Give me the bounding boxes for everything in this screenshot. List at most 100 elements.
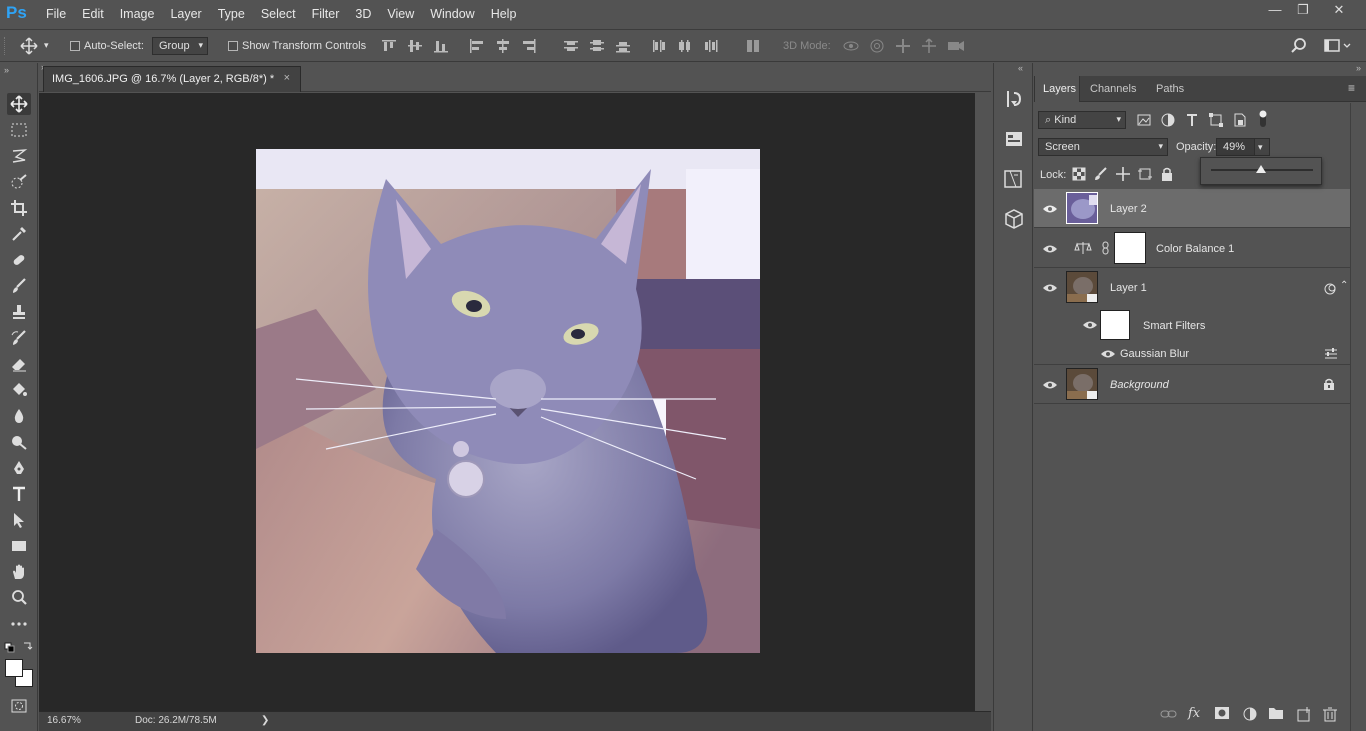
layer-row[interactable]: Layer 2: [1034, 189, 1350, 228]
filter-effect-row[interactable]: Gaussian Blur: [1034, 343, 1350, 365]
rectangle-tool[interactable]: [7, 535, 31, 557]
hand-tool[interactable]: [7, 561, 31, 583]
3d-pan-icon[interactable]: [894, 38, 912, 56]
3d-panel-icon[interactable]: [1002, 207, 1026, 231]
filter-adjustment-icon[interactable]: [1160, 112, 1178, 130]
clone-stamp-tool[interactable]: [7, 301, 31, 323]
filter-blending-options-icon[interactable]: [1324, 348, 1338, 360]
distribute-bottom-icon[interactable]: [614, 38, 632, 56]
3d-camera-icon[interactable]: [946, 38, 964, 56]
layer-name[interactable]: Background: [1110, 379, 1169, 391]
lasso-tool[interactable]: [7, 145, 31, 167]
collapse-tools-icon[interactable]: »: [4, 65, 9, 75]
auto-select-checkbox[interactable]: [70, 41, 80, 51]
lock-image-pixels-icon[interactable]: [1094, 167, 1112, 185]
restore-button[interactable]: ❐: [1290, 2, 1316, 20]
minimize-button[interactable]: —: [1262, 2, 1288, 20]
opacity-slider-thumb[interactable]: [1255, 165, 1266, 173]
layer-mask-thumbnail[interactable]: [1114, 232, 1146, 264]
collapse-panel-icon[interactable]: »: [1356, 63, 1361, 73]
eraser-tool[interactable]: [7, 353, 31, 375]
eye-visibility-icon[interactable]: [1042, 244, 1058, 254]
menu-window[interactable]: Window: [430, 7, 474, 21]
new-adjustment-layer-icon[interactable]: [1242, 706, 1260, 724]
tab-channels[interactable]: Channels: [1082, 76, 1144, 102]
filter-smart-object-icon[interactable]: [1232, 112, 1250, 130]
smart-filter-mask-thumbnail[interactable]: [1100, 310, 1130, 340]
zoom-level[interactable]: 16.67%: [47, 715, 81, 726]
3d-slide-icon[interactable]: [920, 38, 938, 56]
edit-toolbar-icon[interactable]: [7, 613, 31, 635]
collapse-icon[interactable]: «: [1018, 63, 1023, 73]
document-canvas-image[interactable]: [256, 149, 760, 653]
status-menu-arrow[interactable]: ❯: [261, 715, 269, 726]
crop-tool[interactable]: [7, 197, 31, 219]
eye-visibility-icon[interactable]: [1042, 283, 1058, 293]
menu-filter[interactable]: Filter: [312, 7, 340, 21]
chevron-down-icon[interactable]: ▾: [44, 40, 49, 51]
move-tool-preset-icon[interactable]: [20, 37, 38, 55]
pen-tool[interactable]: [7, 457, 31, 479]
menu-select[interactable]: Select: [261, 7, 296, 21]
align-bottom-edges-icon[interactable]: [432, 38, 450, 56]
layer-filter-dropdown[interactable]: ⌕ Kind ▾: [1038, 111, 1126, 129]
layer-row[interactable]: Background: [1034, 365, 1350, 404]
auto-select-target-dropdown[interactable]: Group ▾: [152, 37, 208, 55]
mask-link-icon[interactable]: [1102, 241, 1110, 255]
panel-menu-icon[interactable]: ≡: [1348, 81, 1355, 95]
dodge-tool[interactable]: [7, 431, 31, 453]
menu-help[interactable]: Help: [491, 7, 517, 21]
distribute-right-icon[interactable]: [702, 38, 720, 56]
layer-style-fx-icon[interactable]: fx: [1188, 706, 1200, 721]
healing-brush-tool[interactable]: [7, 249, 31, 271]
eye-visibility-icon[interactable]: [1042, 380, 1058, 390]
document-tab[interactable]: IMG_1606.JPG @ 16.7% (Layer 2, RGB/8*) *…: [43, 66, 301, 92]
paint-bucket-tool[interactable]: [7, 379, 31, 401]
brush-tool[interactable]: [7, 275, 31, 297]
lock-transparent-pixels-icon[interactable]: [1072, 167, 1090, 185]
history-panel-icon[interactable]: [1002, 87, 1026, 111]
delete-layer-trash-icon[interactable]: [1322, 706, 1340, 724]
menu-3d[interactable]: 3D: [355, 7, 371, 21]
foreground-color-swatch[interactable]: [5, 659, 23, 677]
blur-tool[interactable]: [7, 405, 31, 427]
search-icon[interactable]: [1290, 37, 1308, 55]
menu-image[interactable]: Image: [120, 7, 155, 21]
add-mask-icon[interactable]: [1214, 706, 1232, 724]
eye-visibility-icon[interactable]: [1100, 349, 1116, 359]
smart-filters-label[interactable]: Smart Filters: [1143, 320, 1205, 332]
eye-visibility-icon[interactable]: [1082, 320, 1098, 330]
eye-visibility-icon[interactable]: [1042, 204, 1058, 214]
filter-pixel-icon[interactable]: [1136, 112, 1154, 130]
opacity-slider-toggle[interactable]: ▾: [1254, 138, 1270, 156]
marquee-tool[interactable]: [7, 119, 31, 141]
close-window-button[interactable]: ✕: [1326, 2, 1352, 20]
new-layer-icon[interactable]: [1296, 706, 1314, 724]
canvas-area[interactable]: [39, 93, 975, 711]
filter-toggle-icon[interactable]: [1256, 109, 1270, 127]
distribute-vertical-centers-icon[interactable]: [588, 38, 606, 56]
auto-align-layers-icon[interactable]: [744, 38, 762, 56]
align-top-edges-icon[interactable]: [380, 38, 398, 56]
color-swatches[interactable]: [5, 659, 33, 687]
default-colors-icon[interactable]: [4, 641, 34, 655]
menu-file[interactable]: File: [46, 7, 66, 21]
layer-name[interactable]: Color Balance 1: [1156, 243, 1234, 255]
menu-type[interactable]: Type: [218, 7, 245, 21]
lock-all-icon[interactable]: [1160, 167, 1178, 185]
link-layers-icon[interactable]: [1160, 707, 1178, 725]
3d-roll-icon[interactable]: [868, 38, 886, 56]
eyedropper-tool[interactable]: [7, 223, 31, 245]
menu-layer[interactable]: Layer: [170, 7, 201, 21]
align-right-edges-icon[interactable]: [520, 38, 538, 56]
layer-name[interactable]: Layer 1: [1110, 282, 1147, 294]
layers-scrollbar[interactable]: [1350, 103, 1366, 731]
menu-edit[interactable]: Edit: [82, 7, 104, 21]
align-left-edges-icon[interactable]: [468, 38, 486, 56]
tab-layers[interactable]: Layers: [1034, 76, 1080, 102]
tab-paths[interactable]: Paths: [1148, 76, 1192, 102]
quick-selection-tool[interactable]: [7, 171, 31, 193]
prevent-nesting-icon[interactable]: [1138, 167, 1156, 185]
3d-orbit-icon[interactable]: [842, 38, 860, 56]
distribute-top-icon[interactable]: [562, 38, 580, 56]
